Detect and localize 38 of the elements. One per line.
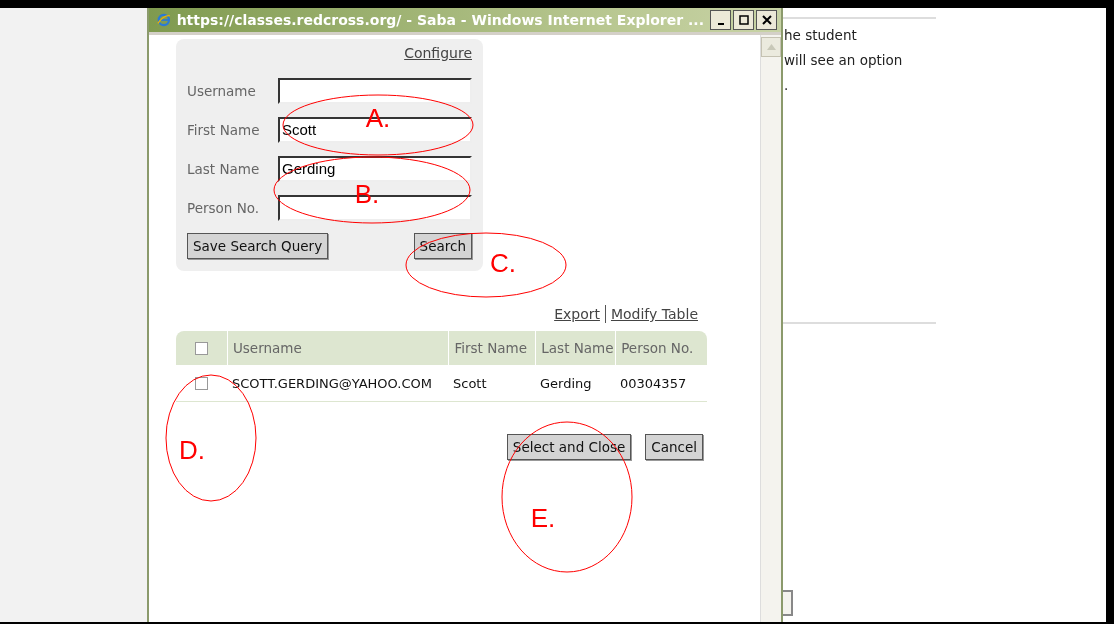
- field-label: Last Name: [187, 160, 260, 177]
- annotation-label: D.: [179, 435, 205, 465]
- browser-logo-icon: [157, 12, 171, 28]
- window-title: https://classes.redcross.org/ - Saba - Windows Internet Explorer ...: [176, 12, 704, 28]
- close-icon: [761, 15, 772, 25]
- dropdown-edge[interactable]: [783, 590, 793, 616]
- table-link[interactable]: Modify Table: [610, 306, 698, 322]
- close-button[interactable]: [756, 10, 777, 30]
- page-text: .: [783, 76, 790, 95]
- maximize-icon: [738, 15, 749, 25]
- annotation-label: E.: [530, 503, 556, 533]
- maximize-button[interactable]: [733, 10, 754, 30]
- minimize-icon: [717, 23, 724, 25]
- field-label: Person No.: [187, 199, 260, 216]
- cancel-button[interactable]: Cancel: [645, 434, 703, 460]
- column-header[interactable]: Last Name: [535, 331, 616, 365]
- column-header[interactable]: Username: [227, 331, 449, 365]
- select-all-checkbox[interactable]: [194, 341, 208, 355]
- table-cell-text: Scott: [452, 375, 488, 391]
- field-label: First Name: [187, 121, 260, 138]
- search-button[interactable]: Search: [413, 233, 472, 259]
- table-cell-text: SCOTT.GERDING@YAHOO.COM: [231, 375, 433, 391]
- up-arrow-icon: [766, 44, 776, 50]
- save-query-button[interactable]: Save Search Query: [187, 233, 329, 259]
- table-cell-text: 00304357: [619, 375, 688, 391]
- page-text: will see an option: [783, 51, 904, 70]
- minimize-button[interactable]: [710, 10, 731, 30]
- table-link[interactable]: Export: [554, 306, 600, 322]
- table-cell-text: Gerding: [539, 375, 593, 391]
- field-label: Username: [187, 82, 256, 99]
- row-checkbox[interactable]: [195, 376, 208, 390]
- input-field[interactable]: [278, 77, 472, 104]
- column-header[interactable]: First Name: [448, 331, 536, 365]
- page-text: he student: [783, 26, 858, 45]
- scrollbar[interactable]: [760, 35, 781, 622]
- annotation-label: C.: [490, 248, 516, 278]
- column-header[interactable]: Person No.: [615, 331, 707, 365]
- configure-link[interactable]: Configure: [404, 45, 472, 61]
